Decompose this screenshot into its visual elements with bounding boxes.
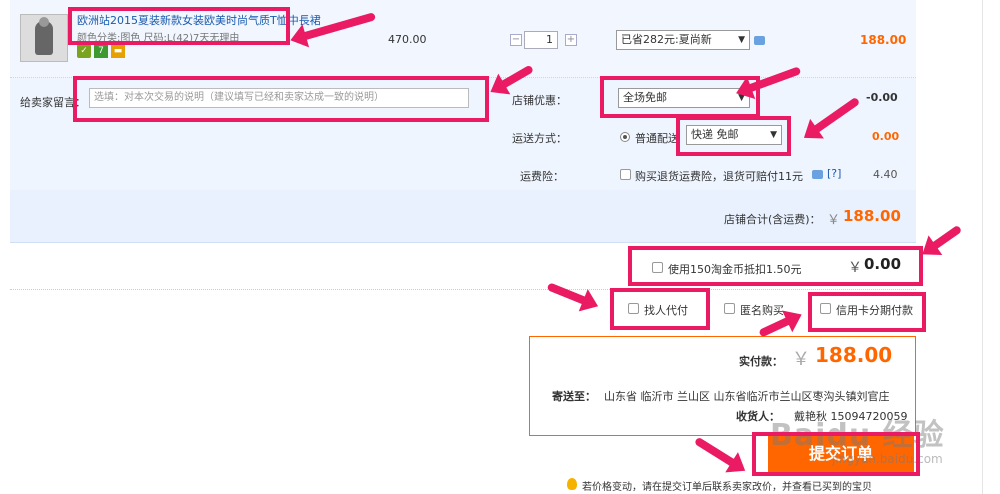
item-promotion-value: 已省282元:夏尚新: [621, 33, 712, 46]
item-unit-price: 470.00: [388, 33, 427, 46]
shop-total-currency: ￥: [827, 213, 841, 228]
anonymous-purchase-checkbox[interactable]: [724, 303, 735, 314]
quantity-increase-button[interactable]: +: [565, 34, 577, 46]
item-promotion-select[interactable]: 已省282元:夏尚新 ▼: [616, 30, 750, 50]
page-edge-scrollbar[interactable]: [982, 0, 1000, 494]
highlight-installment: [808, 292, 926, 332]
shipping-fee: 0.00: [872, 130, 900, 143]
anonymous-purchase-label: 匿名购买: [740, 304, 784, 317]
chat-icon[interactable]: [812, 170, 823, 179]
highlight-submit-order: [752, 432, 920, 476]
quantity-input[interactable]: 1: [524, 31, 558, 49]
highlight-taojinbi: [628, 246, 923, 286]
seven-day-return-icon[interactable]: 7: [94, 44, 108, 58]
ship-to-label: 寄送至：: [552, 390, 596, 403]
highlight-item-title: [68, 7, 290, 45]
highlight-shipping: [676, 116, 791, 156]
insurance-help-link[interactable]: [?]: [827, 167, 841, 180]
annotation-arrow: [924, 224, 963, 255]
actual-payment-label: 实付款：: [739, 355, 783, 368]
shop-total-label: 店铺合计(含运费)：: [724, 213, 821, 226]
guarantee-icon[interactable]: ✓: [77, 44, 91, 58]
shipping-standard-label: 普通配送: [635, 132, 679, 145]
shipping-insurance-checkbox[interactable]: [620, 169, 631, 180]
divider: [10, 289, 916, 290]
ship-to-address: 山东省 临沂市 兰山区 山东省临沂市兰山区枣沟头镇刘官庄: [604, 390, 890, 403]
shop-total-amount: 188.00: [843, 207, 901, 225]
actual-payment-amount: 188.00: [815, 343, 893, 367]
shop-discount-label: 店铺优惠：: [512, 94, 567, 107]
shipping-insurance-text: 购买退货运费险，退货可赔付11元: [635, 170, 803, 183]
shipping-insurance-label: 运费险：: [520, 170, 564, 183]
highlight-proxy-pay: [610, 288, 710, 330]
annotation-arrow: [546, 282, 595, 308]
chat-icon[interactable]: [754, 36, 765, 45]
annotation-arrow: [693, 436, 743, 471]
lightbulb-icon: [567, 478, 577, 490]
actual-payment-currency: ￥: [792, 349, 810, 370]
shipping-insurance-fee: 4.40: [873, 168, 898, 181]
quantity-decrease-button[interactable]: −: [510, 34, 522, 46]
highlight-seller-memo: [73, 76, 489, 122]
item-service-badges: ✓ 7 ▬: [77, 44, 125, 58]
item-thumbnail[interactable]: [20, 14, 68, 62]
item-subtotal: 188.00: [860, 33, 907, 47]
credit-card-icon[interactable]: ▬: [111, 44, 125, 58]
shipping-method-label: 运送方式：: [512, 132, 567, 145]
shop-discount-amount: -0.00: [866, 91, 898, 104]
shipping-standard-radio[interactable]: [620, 132, 630, 142]
chevron-down-icon: ▼: [738, 35, 745, 45]
price-change-tip: 若价格变动，请在提交订单后联系卖家改价，并查看已买到的宝贝: [582, 482, 872, 493]
